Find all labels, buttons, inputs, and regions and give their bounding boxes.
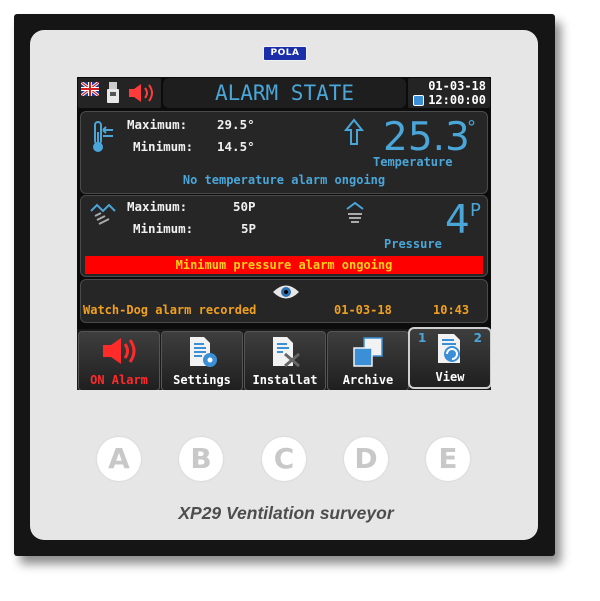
pressure-icon: [90, 203, 116, 225]
watchdog-time: 10:43: [433, 303, 470, 317]
header-date: 01-03-18: [428, 79, 486, 93]
hardware-button-e[interactable]: E: [426, 437, 470, 481]
temperature-status: No temperature alarm ongoing: [182, 173, 386, 187]
archive-button[interactable]: Archive: [327, 331, 409, 390]
pressure-panel: Maximum: 50P Minimum: 5P 4 P Pressure Mi…: [80, 195, 488, 277]
temperature-value: 25.3: [383, 115, 470, 160]
settings-label: Settings: [173, 373, 231, 387]
hardware-button-a[interactable]: A: [97, 437, 141, 481]
pressure-max-label: Maximum:: [127, 199, 188, 214]
view-label: View: [435, 370, 465, 384]
archive-label: Archive: [342, 373, 394, 387]
thermometer-icon: [93, 121, 113, 152]
temperature-label: Temperature: [373, 155, 453, 169]
watchdog-panel: Watch-Dog alarm recorded 01-03-18 10:43: [80, 279, 488, 323]
pressure-min-value: 5P: [241, 221, 257, 236]
watchdog-text: Watch-Dog alarm recorded: [83, 303, 257, 317]
pressure-unit: P: [470, 200, 481, 221]
menu-bar: ON Alarm Settings Installat Archive 1 2 …: [77, 327, 491, 390]
temp-min-label: Minimum:: [133, 139, 194, 154]
usb-icon: [107, 82, 119, 103]
on-alarm-button[interactable]: ON Alarm: [78, 331, 160, 390]
pressure-alarm-banner: Minimum pressure alarm ongoing: [85, 256, 483, 274]
pressure-value: 4: [445, 198, 470, 243]
pressure-min-label: Minimum:: [133, 221, 194, 236]
temp-min-value: 14.5°: [217, 139, 255, 154]
temp-max-value: 29.5°: [217, 117, 255, 132]
hardware-button-b[interactable]: B: [179, 437, 223, 481]
pressure-level-icon: [346, 201, 364, 223]
view-page-1: 1: [418, 331, 427, 345]
temperature-panel: Maximum: 29.5° Minimum: 14.5° 25.3 ° Tem…: [80, 111, 488, 194]
view-refresh-icon: [438, 334, 460, 363]
device-caption: XP29 Ventilation surveyor: [178, 503, 394, 523]
temperature-up-arrow-icon: [343, 118, 365, 145]
installation-tools-icon: [273, 337, 300, 368]
brand-logo: POLA: [263, 46, 307, 61]
temp-max-label: Maximum:: [127, 117, 188, 132]
header-time: 12:00:00: [428, 93, 486, 107]
uk-flag-icon: [81, 82, 99, 96]
pressure-max-value: 50P: [233, 199, 256, 214]
clock-icon: [413, 95, 424, 106]
screen-title: ALARM STATE: [163, 78, 406, 108]
settings-button[interactable]: Settings: [161, 331, 243, 390]
temperature-unit: °: [467, 117, 476, 138]
hardware-button-d[interactable]: D: [344, 437, 388, 481]
installation-label: Installat: [252, 373, 318, 387]
view-page-2: 2: [473, 331, 482, 345]
archive-icon: [353, 337, 383, 367]
pressure-label: Pressure: [384, 237, 442, 251]
lcd-screen: ALARM STATE 01-03-18 12:00:00 Maximum: 2…: [77, 77, 491, 390]
on-alarm-label: ON Alarm: [90, 373, 148, 387]
speaker-icon: [103, 338, 136, 364]
hardware-button-c[interactable]: C: [262, 437, 306, 481]
settings-document-icon: [190, 337, 217, 367]
status-icons: [78, 78, 161, 108]
date-time-box: 01-03-18 12:00:00: [408, 78, 490, 108]
speaker-alarm-icon: [129, 84, 153, 102]
eye-icon[interactable]: [272, 283, 300, 301]
watchdog-date: 01-03-18: [334, 303, 392, 317]
view-button[interactable]: 1 2 View: [408, 327, 491, 389]
installation-button[interactable]: Installat: [244, 331, 326, 390]
